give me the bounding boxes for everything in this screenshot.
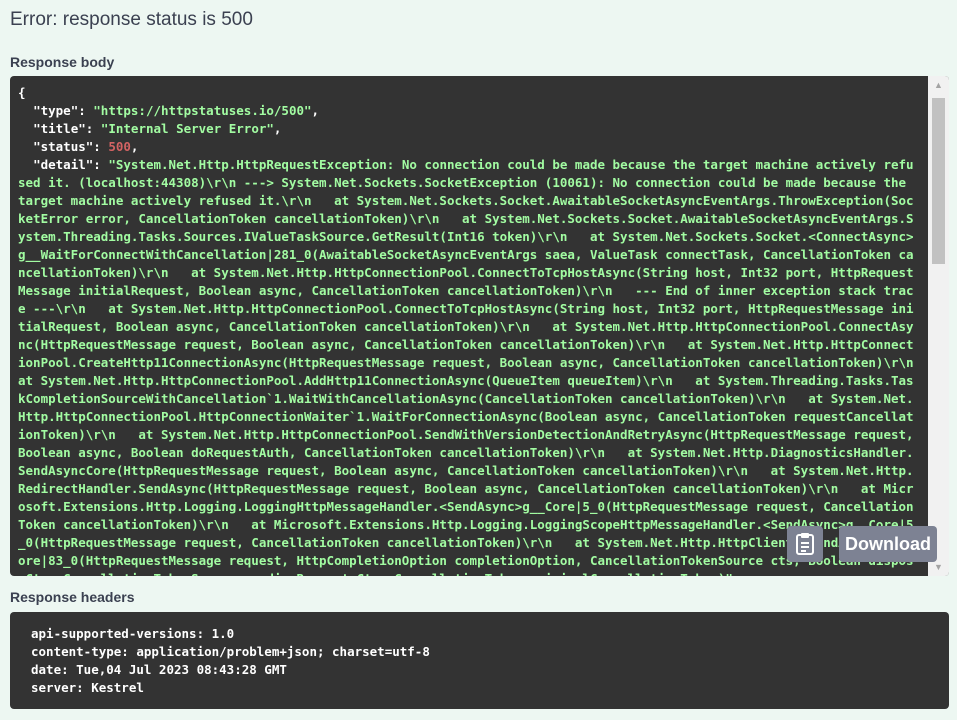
header-line: content-type: application/problem+json; … bbox=[31, 644, 430, 659]
json-value-detail: "System.Net.Http.HttpRequestException: N… bbox=[18, 157, 914, 576]
copy-to-clipboard-button[interactable] bbox=[787, 526, 823, 562]
swagger-response-panel: Error: response status is 500 Response b… bbox=[0, 0, 957, 720]
header-line: date: Tue,04 Jul 2023 08:43:28 GMT bbox=[31, 662, 287, 677]
response-body-code-block[interactable]: { "type": "https://httpstatuses.io/500",… bbox=[10, 76, 949, 576]
header-line: server: Kestrel bbox=[31, 680, 144, 695]
scroll-up-arrow-icon[interactable]: ▲ bbox=[928, 76, 949, 94]
download-button[interactable]: Download bbox=[839, 526, 937, 562]
json-value-title: "Internal Server Error" bbox=[100, 121, 274, 136]
response-headers-text: api-supported-versions: 1.0 content-type… bbox=[10, 612, 949, 697]
response-body-json: { "type": "https://httpstatuses.io/500",… bbox=[10, 76, 917, 576]
json-key-detail: "detail" bbox=[33, 157, 94, 172]
json-value-status: 500 bbox=[108, 139, 131, 154]
json-key-type: "type" bbox=[33, 103, 79, 118]
scrollbar-thumb[interactable] bbox=[932, 98, 945, 264]
header-line: api-supported-versions: 1.0 bbox=[31, 626, 235, 641]
response-headers-label: Response headers bbox=[10, 589, 135, 605]
error-title: Error: response status is 500 bbox=[10, 9, 253, 30]
response-body-scroll-area[interactable]: { "type": "https://httpstatuses.io/500",… bbox=[10, 76, 928, 576]
response-body-label: Response body bbox=[10, 54, 115, 70]
clipboard-copy-icon bbox=[796, 533, 814, 555]
json-key-status: "status" bbox=[33, 139, 94, 154]
json-value-type: "https://httpstatuses.io/500" bbox=[93, 103, 312, 118]
response-headers-code-block: api-supported-versions: 1.0 content-type… bbox=[10, 612, 949, 709]
json-key-title: "title" bbox=[33, 121, 86, 136]
json-open-brace: { bbox=[18, 85, 26, 100]
vertical-scrollbar[interactable]: ▲ ▼ bbox=[928, 76, 949, 576]
